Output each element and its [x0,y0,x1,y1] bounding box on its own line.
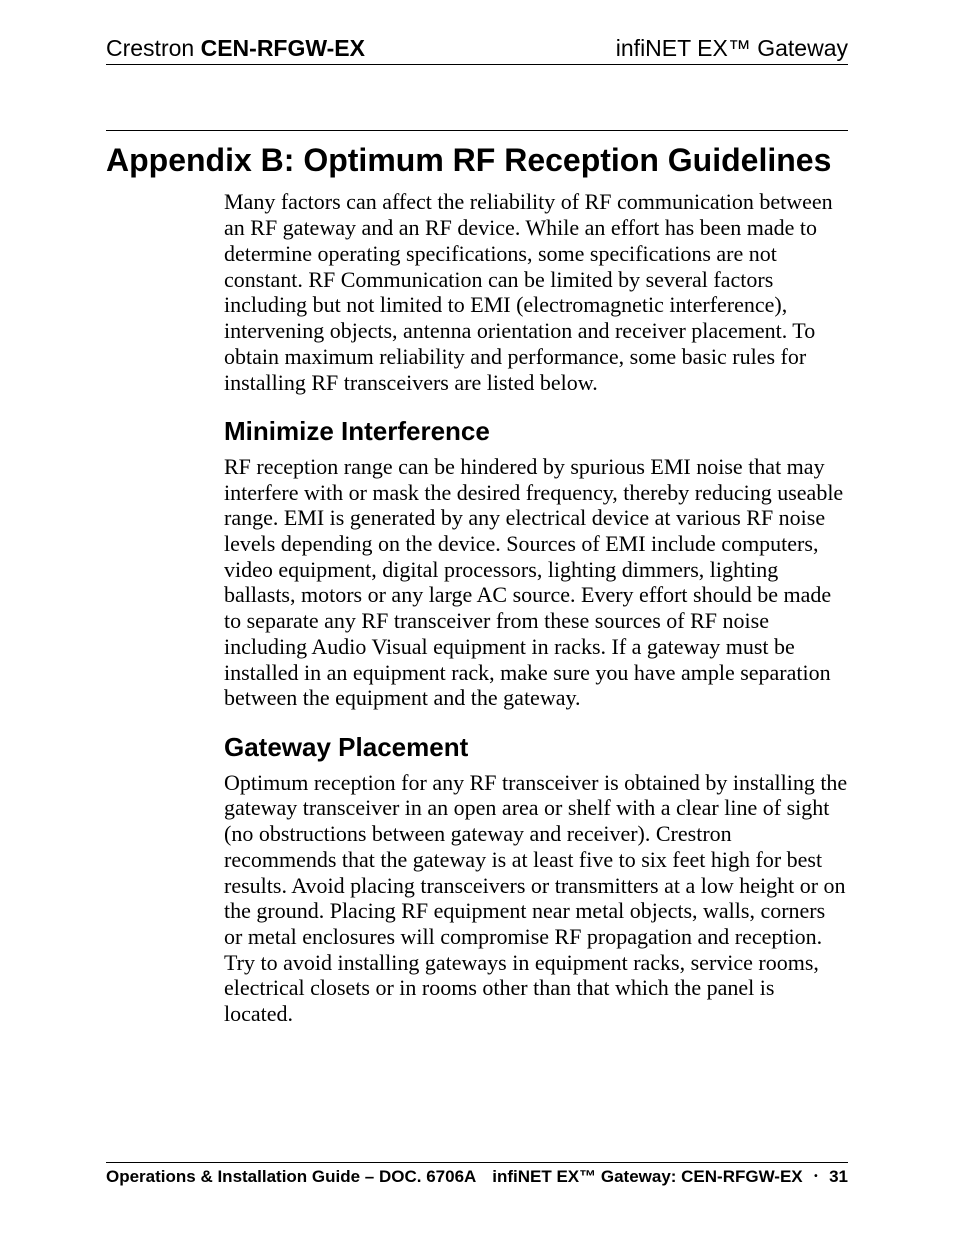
appendix-title: Appendix B: Optimum RF Reception Guideli… [106,130,848,179]
content-area: Appendix B: Optimum RF Reception Guideli… [106,130,848,1027]
section-body-gateway-placement: Optimum reception for any RF transceiver… [224,770,848,1027]
body-block: Many factors can affect the reliability … [224,189,848,1027]
running-footer: Operations & Installation Guide – DOC. 6… [106,1162,848,1187]
page: Crestron CEN-RFGW-EX infiNET EX™ Gateway… [0,0,954,1235]
header-left: Crestron CEN-RFGW-EX [106,35,365,62]
header-left-bold: CEN-RFGW-EX [201,35,365,61]
footer-left: Operations & Installation Guide – DOC. 6… [106,1167,476,1187]
footer-right-prefix: infiNET EX™ Gateway: CEN-RFGW-EX [492,1167,802,1186]
section-heading-minimize-interference: Minimize Interference [224,415,848,448]
header-left-prefix: Crestron [106,35,201,61]
page-number: 31 [829,1167,848,1186]
intro-paragraph: Many factors can affect the reliability … [224,189,848,395]
bullet-icon: • [812,1171,820,1182]
section-heading-gateway-placement: Gateway Placement [224,731,848,764]
section-body-minimize-interference: RF reception range can be hindered by sp… [224,454,848,711]
header-right: infiNET EX™ Gateway [616,35,848,62]
running-header: Crestron CEN-RFGW-EX infiNET EX™ Gateway [106,35,848,65]
footer-right: infiNET EX™ Gateway: CEN-RFGW-EX • 31 [492,1167,848,1187]
